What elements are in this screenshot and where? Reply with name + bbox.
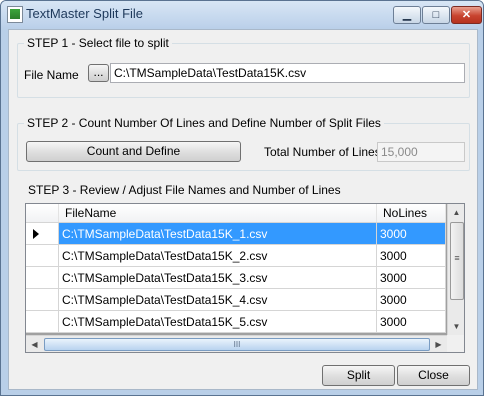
nolines-cell[interactable]: 3000 [377, 289, 446, 311]
scrollbar-corner [447, 335, 464, 352]
nolines-cell[interactable]: 3000 [377, 245, 446, 267]
filename-cell[interactable]: C:\TMSampleData\TestData15K_5.csv [59, 311, 377, 333]
filename-cell[interactable]: C:\TMSampleData\TestData15K_3.csv [59, 267, 377, 289]
filename-cell[interactable]: C:\TMSampleData\TestData15K_2.csv [59, 245, 377, 267]
split-button[interactable]: Split [322, 365, 395, 386]
grid-header: FileName NoLines [26, 204, 446, 223]
close-window-button[interactable]: ✕ [451, 6, 482, 24]
step2-group: STEP 2 - Count Number Of Lines and Defin… [17, 116, 470, 171]
table-row[interactable]: C:\TMSampleData\TestData15K_2.csv 3000 [26, 245, 446, 267]
window-title: TextMaster Split File [26, 6, 144, 21]
step1-legend: STEP 1 - Select file to split [24, 36, 172, 50]
nolines-cell[interactable]: 3000 [377, 311, 446, 333]
table-row[interactable]: C:\TMSampleData\TestData15K_3.csv 3000 [26, 267, 446, 289]
count-and-define-button[interactable]: Count and Define [26, 141, 241, 162]
filename-cell[interactable]: C:\TMSampleData\TestData15K_4.csv [59, 289, 377, 311]
vertical-scrollbar[interactable]: ▲ ≡ ▼ [447, 204, 464, 335]
file-name-input[interactable]: C:\TMSampleData\TestData15K.csv [110, 63, 465, 83]
scroll-right-icon[interactable]: ▶ [430, 336, 447, 352]
app-window: TextMaster Split File ▁ □ ✕ STEP 1 - Sel… [0, 0, 484, 396]
nolines-cell[interactable]: 3000 [377, 223, 446, 245]
maximize-button[interactable]: □ [422, 6, 450, 24]
step2-legend: STEP 2 - Count Number Of Lines and Defin… [24, 116, 384, 130]
table-row[interactable]: C:\TMSampleData\TestData15K_1.csv 3000 [26, 223, 446, 245]
row-header[interactable] [26, 289, 59, 311]
browse-button[interactable]: ... [88, 64, 109, 82]
split-files-grid[interactable]: FileName NoLines C:\TMSampleData\TestDat… [25, 203, 465, 353]
nolines-cell[interactable]: 3000 [377, 267, 446, 289]
close-button[interactable]: Close [397, 365, 470, 386]
grip-icon: ≡ [454, 253, 460, 263]
total-lines-label: Total Number of Lines [264, 145, 381, 159]
vertical-scroll-thumb[interactable]: ≡ [450, 222, 464, 300]
file-name-label: File Name [24, 68, 79, 82]
horizontal-scrollbar[interactable]: ◀ III ▶ [26, 335, 447, 352]
scroll-left-icon[interactable]: ◀ [26, 336, 43, 352]
table-row[interactable]: C:\TMSampleData\TestData15K_4.csv 3000 [26, 289, 446, 311]
scroll-up-icon[interactable]: ▲ [448, 204, 464, 221]
row-header[interactable] [26, 223, 59, 245]
title-bar[interactable]: TextMaster Split File ▁ □ ✕ [1, 1, 483, 27]
step3-legend: STEP 3 - Review / Adjust File Names and … [25, 183, 344, 197]
current-row-arrow-icon [33, 229, 39, 239]
filename-cell[interactable]: C:\TMSampleData\TestData15K_1.csv [59, 223, 377, 245]
app-spreadsheet-icon [7, 6, 23, 23]
table-row[interactable]: C:\TMSampleData\TestData15K_5.csv 3000 [26, 311, 446, 333]
column-header-nolines[interactable]: NoLines [377, 204, 446, 222]
horizontal-scroll-thumb[interactable]: III [44, 338, 430, 351]
row-header[interactable] [26, 311, 59, 333]
column-header-filename[interactable]: FileName [59, 204, 377, 222]
minimize-button[interactable]: ▁ [393, 6, 421, 24]
total-lines-field: 15,000 [377, 142, 465, 162]
row-header[interactable] [26, 267, 59, 289]
dialog-body: STEP 1 - Select file to split File Name … [8, 29, 478, 390]
row-header[interactable] [26, 245, 59, 267]
step1-group: STEP 1 - Select file to split File Name … [17, 36, 470, 98]
scroll-down-icon[interactable]: ▼ [448, 318, 464, 335]
row-header-corner [26, 204, 59, 222]
